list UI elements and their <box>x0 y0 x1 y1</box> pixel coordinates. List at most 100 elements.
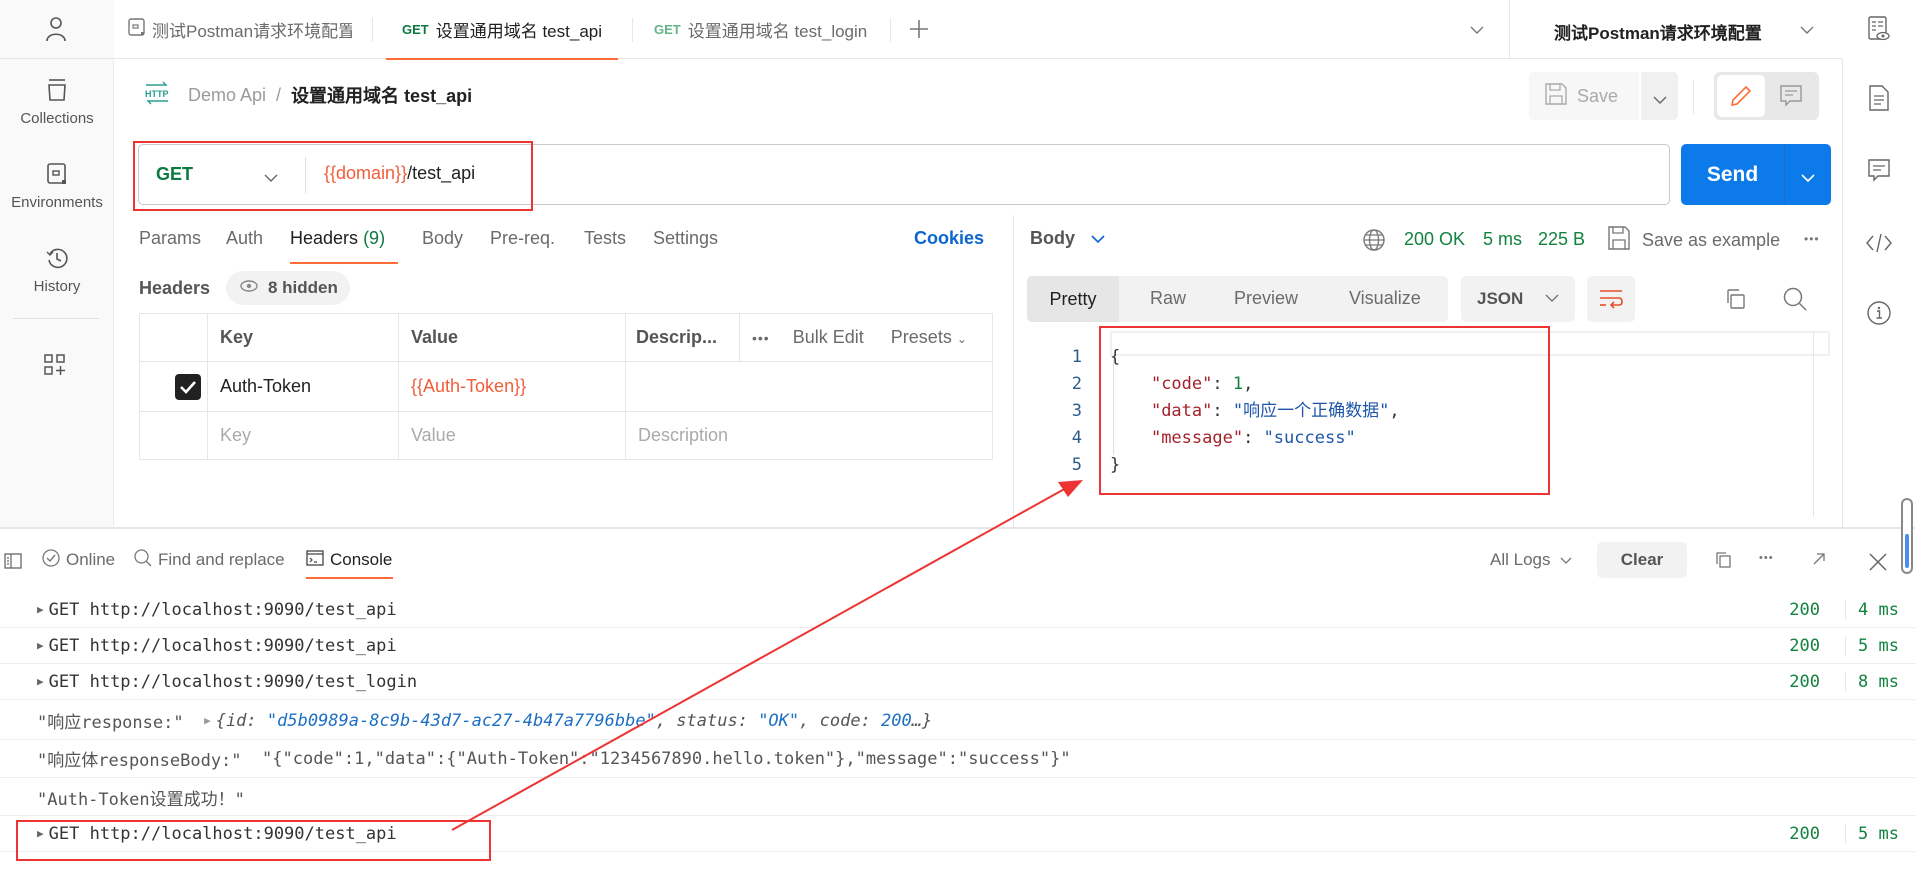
copy-icon[interactable] <box>1715 551 1731 574</box>
new-tab-plus-icon[interactable] <box>909 19 929 44</box>
online-label: Online <box>66 550 116 569</box>
editor-scrollbar-track[interactable] <box>1813 331 1814 517</box>
console-tab[interactable]: Console <box>306 548 392 572</box>
mode-toggle <box>1714 72 1819 120</box>
response-size[interactable]: 225 B <box>1538 229 1585 250</box>
view-tab-raw[interactable]: Raw <box>1150 288 1186 309</box>
sidebar-item-environments[interactable]: Environments <box>0 162 114 211</box>
console-log-object: "响应response:" ▶ {id: "d5b0989a-8c9b-43d7-… <box>0 702 1915 740</box>
table-row-empty: Key Value Description <box>139 411 993 460</box>
save-options-button[interactable] <box>1641 72 1678 120</box>
row-description[interactable] <box>625 361 993 412</box>
value-input-placeholder[interactable]: Value <box>398 411 626 460</box>
request-url: http://localhost:9090/test_api <box>89 635 397 656</box>
format-selector[interactable]: JSON <box>1461 276 1575 322</box>
key-input-placeholder[interactable]: Key <box>207 411 399 460</box>
environment-selector[interactable]: 测试Postman请求环境配置 <box>1510 0 1842 59</box>
console-request-entry[interactable]: ▶ GET http://localhost:9090/test_api 200 4 … <box>0 592 1915 628</box>
description-input-placeholder[interactable]: Description <box>625 411 993 460</box>
tab-settings[interactable]: Settings <box>653 228 718 249</box>
clear-console-button[interactable]: Clear <box>1597 542 1687 578</box>
console-scrollbar-thumb[interactable] <box>1905 534 1909 568</box>
view-tab-preview[interactable]: Preview <box>1234 288 1298 309</box>
console-request-entry[interactable]: ▶ GET http://localhost:9090/test_api 200 5 … <box>0 816 1915 852</box>
tab-tests[interactable]: Tests <box>584 228 626 249</box>
tab-auth[interactable]: Auth <box>226 228 263 249</box>
comments-icon[interactable] <box>1868 159 1890 188</box>
tab-label: 设置通用域名 test_api <box>435 22 602 41</box>
tabs-overflow-chevron-icon[interactable] <box>1470 22 1484 40</box>
bulk-edit-button[interactable]: Bulk Edit <box>793 327 864 347</box>
log-level-filter[interactable]: All Logs <box>1490 548 1572 572</box>
save-button[interactable]: Save <box>1529 72 1639 120</box>
info-icon[interactable] <box>1867 301 1891 330</box>
send-button[interactable]: Send <box>1681 144 1784 205</box>
line-number: 2 <box>1071 374 1082 394</box>
row-value[interactable]: {{Auth-Token}} <box>398 361 626 412</box>
expand-triangle-icon[interactable]: ▶ <box>37 675 44 688</box>
documentation-icon[interactable] <box>1869 85 1889 116</box>
code-line: 2 "code": 1, <box>1030 371 1254 398</box>
response-body-selector[interactable]: Body <box>1030 228 1105 249</box>
console-request-entry[interactable]: ▶ GET http://localhost:9090/test_login 200… <box>0 664 1915 700</box>
tab-test-api[interactable]: GET 设置通用域名 test_api <box>386 0 618 60</box>
send-options-chevron-icon[interactable] <box>1801 170 1815 188</box>
sidebar-divider <box>13 318 99 319</box>
console-divider[interactable] <box>0 527 1915 529</box>
edit-mode-button[interactable] <box>1717 75 1765 117</box>
sidebar-item-collections[interactable]: Collections <box>0 78 114 127</box>
comment-mode-icon[interactable] <box>1780 85 1802 112</box>
search-icon[interactable] <box>1783 287 1807 316</box>
sidebar-item-history[interactable]: History <box>0 246 114 295</box>
trailing-comma: , <box>1389 401 1400 421</box>
headers-table-header: Key Value Descrip... ••• Bulk Edit Prese… <box>139 313 993 362</box>
expand-triangle-icon[interactable]: ▶ <box>204 714 211 727</box>
response-more-icon[interactable]: ••• <box>1804 232 1820 246</box>
json-key: "code" <box>1150 374 1213 394</box>
tab-params[interactable]: Params <box>139 228 201 249</box>
console-log-text: "响应体responseBody:" "{"code":1,"data":{"A… <box>0 740 1915 778</box>
url-input[interactable]: {{domain}}/test_api <box>324 163 1644 189</box>
globe-icon[interactable] <box>1362 228 1386 257</box>
annotation-arrow-head <box>1058 480 1083 497</box>
user-icon[interactable] <box>44 16 68 47</box>
find-and-replace-button[interactable]: Find and replace <box>134 548 285 572</box>
configure-workbench-icon[interactable] <box>44 354 66 381</box>
cookies-link[interactable]: Cookies <box>914 228 984 249</box>
expand-triangle-icon[interactable]: ▶ <box>37 639 44 652</box>
toggle-sidebar-icon[interactable] <box>4 553 22 574</box>
response-status[interactable]: 200 OK <box>1404 229 1465 250</box>
code-snippet-icon[interactable] <box>1866 233 1892 258</box>
hidden-headers-toggle[interactable]: 8 hidden <box>226 271 350 305</box>
colon: : <box>1212 374 1233 394</box>
tab-body[interactable]: Body <box>422 228 463 249</box>
breadcrumb-collection[interactable]: Demo Api <box>188 85 266 106</box>
close-console-icon[interactable] <box>1869 553 1887 576</box>
copy-icon[interactable] <box>1724 288 1746 315</box>
tab-headers[interactable]: Headers (9) <box>290 228 385 249</box>
url-path: /test_api <box>407 163 476 183</box>
save-as-example-button[interactable]: Save as example <box>1608 226 1780 255</box>
tab-environment[interactable]: 测试Postman请求环境配置 <box>128 0 352 59</box>
response-time: 4 ms <box>1845 599 1899 620</box>
expand-triangle-icon[interactable]: ▶ <box>37 603 44 616</box>
view-tab-visualize[interactable]: Visualize <box>1349 288 1421 309</box>
row-key[interactable]: Auth-Token <box>207 361 399 412</box>
view-tab-pretty[interactable]: Pretty <box>1027 276 1119 322</box>
expand-triangle-icon[interactable]: ▶ <box>37 827 44 840</box>
method-selector[interactable]: GET <box>139 145 304 204</box>
more-options-icon[interactable]: ••• <box>752 330 770 346</box>
tab-pre-request[interactable]: Pre-req. <box>490 228 555 249</box>
response-time[interactable]: 5 ms <box>1483 229 1522 250</box>
online-status[interactable]: Online <box>42 548 115 572</box>
wrap-lines-button[interactable] <box>1587 276 1635 322</box>
console-more-icon[interactable]: ••• <box>1759 552 1774 564</box>
pop-out-icon[interactable] <box>1812 552 1826 571</box>
console-scrollbar[interactable] <box>1901 498 1913 574</box>
tab-test-login[interactable]: GET 设置通用域名 test_login <box>654 0 867 59</box>
row-checkbox[interactable] <box>174 373 201 400</box>
environment-quick-look-icon[interactable] <box>1868 16 1890 47</box>
console-request-entry[interactable]: ▶ GET http://localhost:9090/test_api 200 5 … <box>0 628 1915 664</box>
presets-button[interactable]: Presets ⌄ <box>891 327 967 347</box>
